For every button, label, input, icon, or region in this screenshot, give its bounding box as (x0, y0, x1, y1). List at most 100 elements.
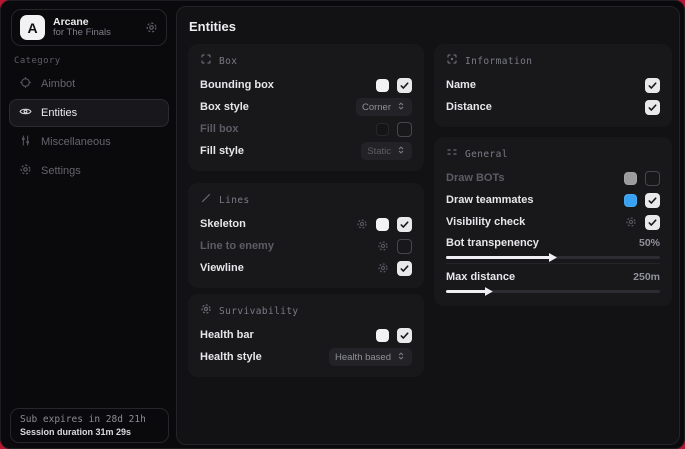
sub-expires-text: Sub expires in 28d 21h (20, 414, 159, 425)
sidebar-item-settings[interactable]: Settings (9, 157, 169, 185)
setting-label: Viewline (200, 262, 244, 274)
setting-label: Max distance (446, 271, 515, 283)
category-label: Category (14, 56, 61, 66)
setting-label: Name (446, 79, 476, 91)
color-swatch[interactable] (376, 123, 389, 136)
chevrons-up-down-icon (396, 142, 406, 160)
slider-track[interactable] (446, 290, 660, 293)
subscription-status-card: Sub expires in 28d 21h Session duration … (10, 408, 169, 443)
checkbox[interactable] (645, 193, 660, 208)
row-skeleton: Skeleton (200, 213, 412, 235)
color-swatch[interactable] (624, 172, 637, 185)
sidebar-item-label: Miscellaneous (41, 136, 111, 148)
slider-max-distance: Max distance 250m (446, 269, 660, 293)
slider-value: 250m (633, 271, 660, 283)
sidebar-item-label: Aimbot (41, 78, 75, 90)
setting-label: Box style (200, 101, 249, 113)
panel-title: Box (219, 56, 237, 67)
sidebar: A Arcane for The Finals Category Aimbot … (1, 1, 176, 448)
health-style-dropdown[interactable]: Health based (329, 348, 412, 366)
row-distance: Distance (446, 96, 660, 118)
row-health-style: Health style Health based (200, 346, 412, 368)
row-fill-box: Fill box (200, 118, 412, 140)
survivability-icon (200, 302, 212, 320)
gear-icon (19, 163, 32, 179)
fill-style-dropdown[interactable]: Static (361, 142, 412, 160)
setting-label: Bot transpenency (446, 237, 539, 249)
panel-survivability: Survivability Health bar Health style He… (188, 294, 424, 377)
gear-icon[interactable] (356, 218, 368, 230)
slider-thumb[interactable] (485, 287, 493, 296)
app-logo-card: A Arcane for The Finals (11, 9, 167, 46)
checkbox[interactable] (645, 78, 660, 93)
slider-thumb[interactable] (549, 253, 557, 262)
checkbox[interactable] (397, 261, 412, 276)
sidebar-item-label: Entities (41, 107, 77, 119)
main-content: Entities Box Bounding box Box style Corn… (176, 6, 680, 445)
bounding-box-icon (200, 52, 212, 70)
slider-track[interactable] (446, 256, 660, 259)
checkbox[interactable] (397, 328, 412, 343)
panel-title: Survivability (219, 306, 299, 317)
setting-label: Draw teammates (446, 194, 533, 206)
diagonal-line-icon (200, 191, 212, 209)
row-line-to-enemy: Line to enemy (200, 235, 412, 257)
color-swatch[interactable] (624, 194, 637, 207)
chevrons-up-down-icon (396, 98, 406, 116)
sliders-icon (19, 134, 32, 150)
setting-label: Fill box (200, 123, 239, 135)
setting-label: Visibility check (446, 216, 525, 228)
checkbox[interactable] (645, 171, 660, 186)
dropdown-value: Corner (362, 102, 391, 113)
row-draw-teammates: Draw teammates (446, 189, 660, 211)
setting-label: Bounding box (200, 79, 274, 91)
row-fill-style: Fill style Static (200, 140, 412, 162)
gear-icon[interactable] (625, 216, 637, 228)
slider-value: 50% (639, 237, 660, 249)
panel-box: Box Bounding box Box style Corner Fill b… (188, 44, 424, 171)
row-draw-bots: Draw BOTs (446, 167, 660, 189)
sidebar-item-entities[interactable]: Entities (9, 99, 169, 127)
dropdown-value: Static (367, 146, 391, 157)
panel-title: Lines (219, 195, 250, 206)
gear-icon[interactable] (377, 262, 389, 274)
sidebar-item-label: Settings (41, 165, 81, 177)
divider (446, 263, 660, 264)
setting-label: Draw BOTs (446, 172, 504, 184)
general-icon (446, 145, 458, 163)
setting-label: Health bar (200, 329, 254, 341)
app-logo: A (20, 15, 45, 40)
color-swatch[interactable] (376, 329, 389, 342)
page-title: Entities (189, 19, 236, 34)
checkbox[interactable] (397, 78, 412, 93)
information-icon (446, 52, 458, 70)
sidebar-item-miscellaneous[interactable]: Miscellaneous (9, 128, 169, 156)
app-subtitle: for The Finals (53, 28, 137, 39)
row-visibility-check: Visibility check (446, 211, 660, 233)
dropdown-value: Health based (335, 352, 391, 363)
box-style-dropdown[interactable]: Corner (356, 98, 412, 116)
chevrons-up-down-icon (396, 348, 406, 366)
setting-label: Fill style (200, 145, 244, 157)
session-duration-text: Session duration 31m 29s (20, 427, 159, 437)
row-box-style: Box style Corner (200, 96, 412, 118)
row-bounding-box: Bounding box (200, 74, 412, 96)
checkbox[interactable] (645, 100, 660, 115)
setting-label: Health style (200, 351, 262, 363)
checkbox[interactable] (645, 215, 660, 230)
checkbox[interactable] (397, 122, 412, 137)
row-viewline: Viewline (200, 257, 412, 279)
panel-information: Information Name Distance (434, 44, 672, 127)
checkbox[interactable] (397, 217, 412, 232)
color-swatch[interactable] (376, 79, 389, 92)
setting-label: Skeleton (200, 218, 246, 230)
crosshair-icon (19, 76, 32, 92)
app-window: A Arcane for The Finals Category Aimbot … (0, 0, 685, 449)
setting-label: Distance (446, 101, 492, 113)
checkbox[interactable] (397, 239, 412, 254)
gear-icon[interactable] (377, 240, 389, 252)
setting-label: Line to enemy (200, 240, 274, 252)
gear-icon[interactable] (145, 21, 158, 34)
color-swatch[interactable] (376, 218, 389, 231)
sidebar-item-aimbot[interactable]: Aimbot (9, 70, 169, 98)
